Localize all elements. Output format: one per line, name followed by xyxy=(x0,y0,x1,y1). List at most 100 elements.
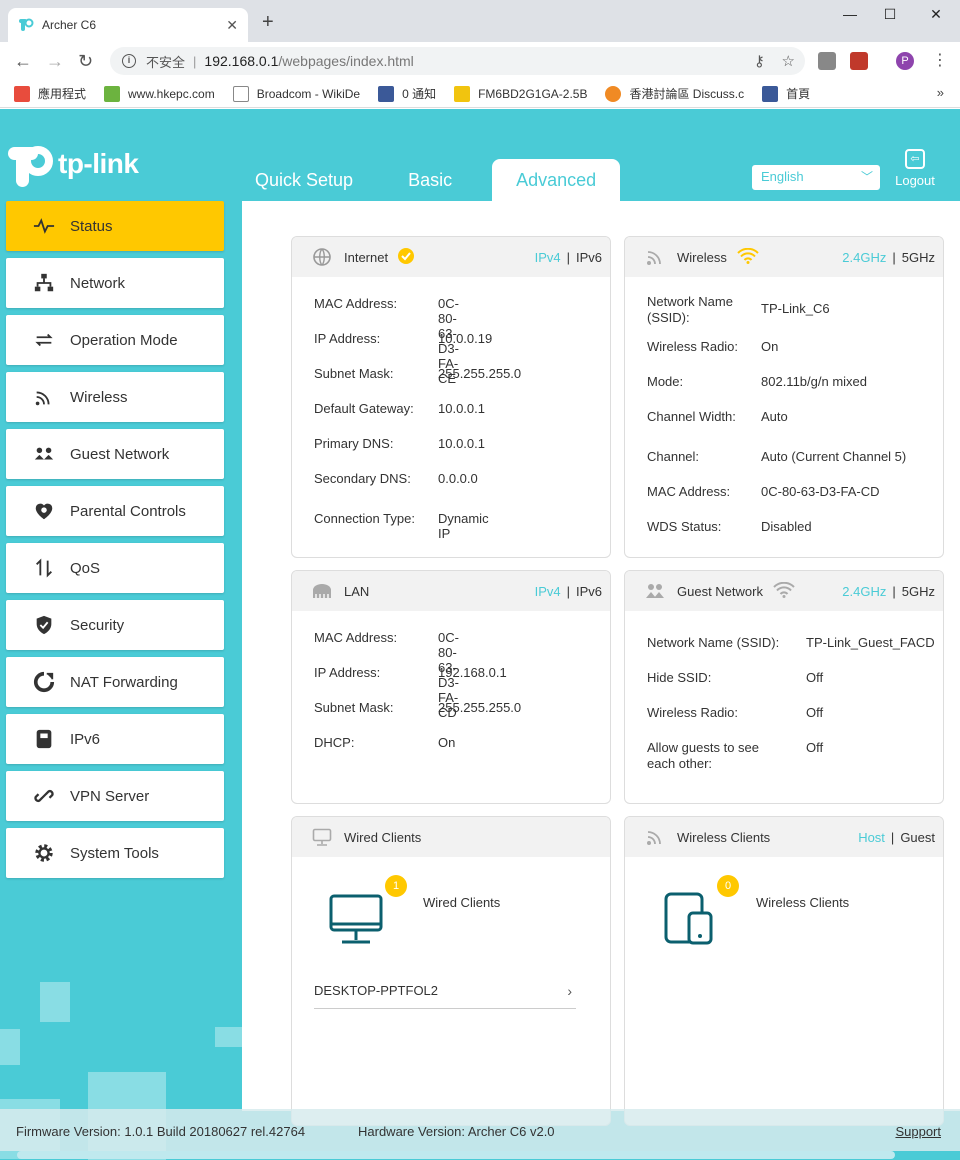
separator: | xyxy=(890,830,895,845)
band-toggle: 2.4GHz | 5GHz xyxy=(842,584,935,599)
logout-button[interactable]: ⇦ Logout xyxy=(892,149,938,188)
band-2-4ghz-option[interactable]: 2.4GHz xyxy=(842,584,886,599)
browser-menu-icon[interactable]: ⋮ xyxy=(932,51,948,71)
bookmark-star-icon[interactable]: ☆ xyxy=(782,53,795,70)
new-tab-button[interactable]: + xyxy=(262,12,274,32)
bookmark-item[interactable]: 應用程式 xyxy=(14,85,86,102)
maximize-button[interactable]: ☐ xyxy=(875,6,905,23)
sidebar-item-parental-controls[interactable]: Parental Controls xyxy=(6,486,224,536)
band-5ghz-option[interactable]: 5GHz xyxy=(902,584,935,599)
horizontal-scrollbar[interactable] xyxy=(17,1151,895,1159)
sidebar-item-wireless[interactable]: Wireless xyxy=(6,372,224,422)
support-link[interactable]: Support xyxy=(895,1124,941,1139)
ipv6-icon xyxy=(32,727,56,751)
row-value: Off xyxy=(806,705,824,720)
host-option[interactable]: Host xyxy=(858,830,885,845)
wifi-signal-icon xyxy=(737,247,759,267)
sidebar-item-vpn-server[interactable]: VPN Server xyxy=(6,771,224,821)
bookmarks-overflow-button[interactable]: » xyxy=(937,85,944,100)
bookmark-label: 應用程式 xyxy=(38,87,87,101)
key-icon[interactable]: ⚷ xyxy=(754,53,765,70)
qos-icon xyxy=(32,556,56,580)
row-key: WDS Status: xyxy=(647,519,722,534)
sidebar-item-qos[interactable]: QoS xyxy=(6,543,224,593)
sidebar-item-system-tools[interactable]: System Tools xyxy=(6,828,224,878)
internet-card: Internet IPv4 | IPv6 MAC Address: 0C-80-63-… xyxy=(291,236,611,558)
info-row: Allow guests to see each other: Off xyxy=(647,740,823,772)
wireless-icon xyxy=(645,247,665,267)
extension-pdf-icon[interactable] xyxy=(850,52,868,70)
language-value: English xyxy=(761,169,804,184)
row-key: Allow guests to see each other: xyxy=(647,740,760,771)
back-arrow-icon[interactable]: ← xyxy=(14,51,32,71)
info-row: MAC Address: 0C-80-63-D3-FA-CE xyxy=(314,296,459,386)
ipv4-option[interactable]: IPv4 xyxy=(535,250,561,265)
band-2-4ghz-option[interactable]: 2.4GHz xyxy=(842,250,886,265)
tab-advanced[interactable]: Advanced xyxy=(492,159,621,201)
bookmark-item[interactable]: 香港討論區 Discuss.c xyxy=(605,85,744,102)
bookmark-item[interactable]: www.hkepc.com xyxy=(104,85,215,102)
row-key: MAC Address: xyxy=(314,630,398,645)
row-value: Disabled xyxy=(761,519,812,534)
globe-icon xyxy=(312,247,332,267)
extension-s-icon[interactable] xyxy=(818,52,836,70)
info-row: Subnet Mask: 255.255.255.0 xyxy=(314,366,521,381)
forward-arrow-icon[interactable]: → xyxy=(46,51,64,71)
site-info-icon[interactable]: i xyxy=(122,54,136,68)
sidebar-item-nat-forwarding[interactable]: NAT Forwarding xyxy=(6,657,224,707)
sidebar-item-label: Network xyxy=(70,274,126,292)
row-value: 10.0.0.1 xyxy=(438,401,485,416)
band-5ghz-option[interactable]: 5GHz xyxy=(902,250,935,265)
ipv6-option[interactable]: IPv6 xyxy=(576,250,602,265)
tab-basic[interactable]: Basic xyxy=(393,159,467,201)
profile-avatar[interactable]: P xyxy=(896,52,914,70)
wired-client-count-badge: 1 xyxy=(385,875,407,897)
sidebar-item-label: NAT Forwarding xyxy=(70,673,178,691)
sidebar-item-label: Operation Mode xyxy=(70,331,178,349)
client-list-item[interactable]: DESKTOP-PPTFOL2 › xyxy=(314,983,576,1009)
sidebar-item-security[interactable]: Security xyxy=(6,600,224,650)
main-content: Internet IPv4 | IPv6 MAC Address: 0C-80-63-… xyxy=(242,201,960,1126)
info-row: Network Name (SSID): TP-Link_Guest_FACD xyxy=(647,635,935,650)
reload-icon[interactable]: ↻ xyxy=(78,51,93,71)
sidebar-item-guest-network[interactable]: Guest Network xyxy=(6,429,224,479)
sidebar-item-network[interactable]: Network xyxy=(6,258,224,308)
bookmarks-bar: 應用程式 www.hkepc.com Broadcom - WikiDe 0 通… xyxy=(0,80,960,108)
row-key: Mode: xyxy=(647,374,684,389)
info-row: MAC Address: 0C-80-63-D3-FA-CD xyxy=(647,484,879,499)
discuss-icon xyxy=(605,85,622,102)
wired-clients-label: Wired Clients xyxy=(423,895,501,910)
browser-tab[interactable]: Archer C6 ✕ xyxy=(8,8,248,42)
ipv6-option[interactable]: IPv6 xyxy=(576,584,602,599)
guest-option[interactable]: Guest xyxy=(900,830,935,845)
row-value: Auto xyxy=(761,409,788,424)
sidebar-item-ipv6[interactable]: IPv6 xyxy=(6,714,224,764)
bookmark-item[interactable]: 0 通知 xyxy=(378,85,436,102)
language-select[interactable]: English ﹀ xyxy=(752,165,880,190)
minimize-button[interactable]: — xyxy=(835,6,865,22)
monitor-icon xyxy=(312,827,332,847)
wireless-icon xyxy=(645,827,665,847)
sidebar-item-status[interactable]: Status xyxy=(6,201,224,251)
row-key: DHCP: xyxy=(314,735,355,750)
wireless-clients-label: Wireless Clients xyxy=(756,895,850,910)
chevron-down-icon: ﹀ xyxy=(860,170,873,184)
row-key: Primary DNS: xyxy=(314,436,394,451)
info-row: Primary DNS: 10.0.0.1 xyxy=(314,436,485,451)
tab-close-icon[interactable]: ✕ xyxy=(226,17,238,34)
row-value: 255.255.255.0 xyxy=(438,700,522,715)
row-value: Off xyxy=(806,670,824,685)
info-row: Hide SSID: Off xyxy=(647,670,823,685)
ipv4-option[interactable]: IPv4 xyxy=(535,584,561,599)
logout-icon: ⇦ xyxy=(905,149,925,169)
row-key: Channel: xyxy=(647,449,700,464)
tab-quick-setup[interactable]: Quick Setup xyxy=(240,159,368,201)
info-row: Wireless Radio: Off xyxy=(647,705,823,720)
address-bar[interactable]: i 不安全 | 192.168.0.1/webpages/index.html … xyxy=(110,47,805,75)
bookmark-item[interactable]: FM6BD2G1GA-2.5B xyxy=(454,85,587,102)
status-icon xyxy=(32,214,56,238)
sidebar-item-operation-mode[interactable]: Operation Mode xyxy=(6,315,224,365)
bookmark-item[interactable]: 首頁 xyxy=(762,85,810,102)
bookmark-item[interactable]: Broadcom - WikiDe xyxy=(232,85,360,102)
close-button[interactable]: ✕ xyxy=(921,6,951,23)
